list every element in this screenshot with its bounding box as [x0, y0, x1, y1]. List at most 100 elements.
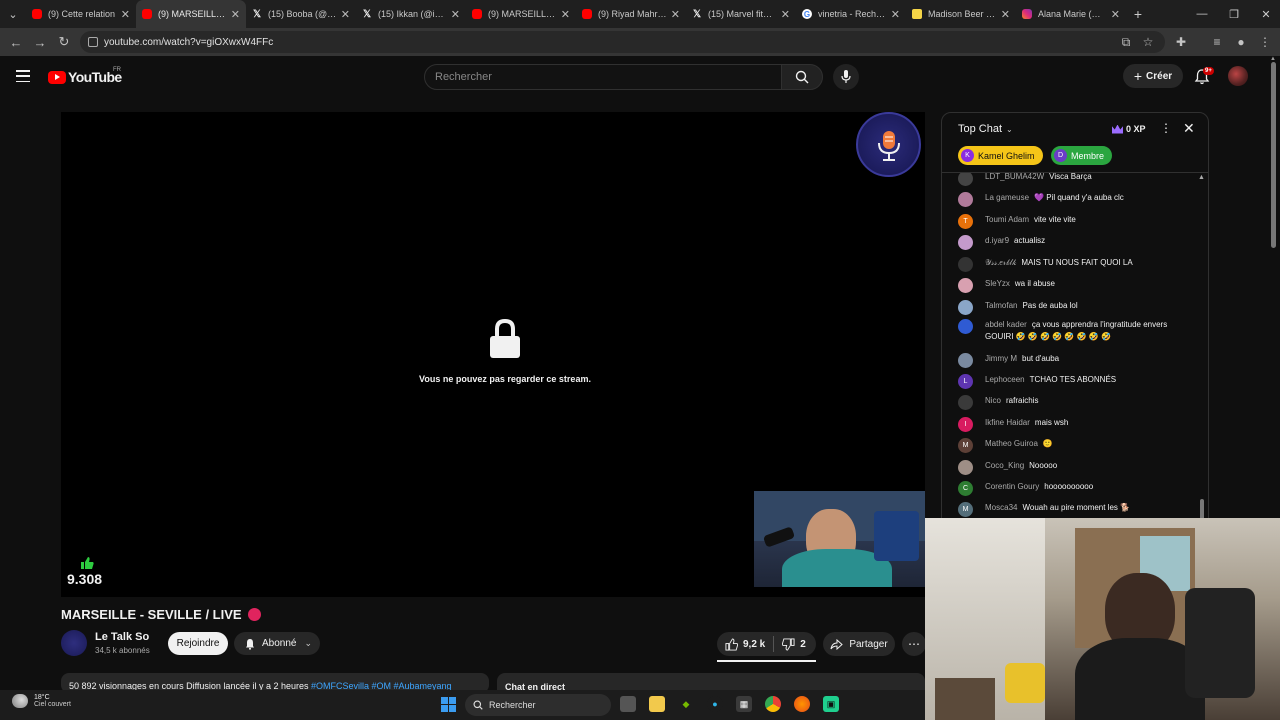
chat-menu-icon[interactable]: ⋮	[1160, 121, 1172, 135]
member-pill[interactable]: D Membre	[1051, 146, 1113, 165]
chat-mode-dropdown[interactable]: Top Chat ⌄	[958, 123, 1013, 135]
tab-close-icon[interactable]: ✕	[891, 8, 900, 21]
tab-close-icon[interactable]: ✕	[1001, 8, 1010, 21]
reload-icon[interactable]: ↻	[52, 30, 76, 54]
chat-author-avatar[interactable]	[958, 395, 973, 410]
forward-icon[interactable]: →	[28, 30, 52, 54]
store-icon[interactable]: ▦	[736, 696, 752, 712]
chat-author-name[interactable]: Jimmy M	[985, 354, 1017, 363]
chat-message[interactable]: abdel kader ça vous apprendra l'ingratitu…	[958, 319, 1190, 343]
chat-message[interactable]: La gameuse 💜 Pil quand y'a auba clc	[958, 192, 1190, 207]
chat-message[interactable]: SleYzx wa il abuse	[958, 278, 1190, 293]
chat-author-avatar[interactable]	[958, 278, 973, 293]
chat-message[interactable]: Nico rafraichis	[958, 395, 1190, 410]
chat-message[interactable]: Talmofan Pas de auba lol	[958, 300, 1190, 315]
chat-close-icon[interactable]: ✕	[1183, 120, 1195, 137]
tab-close-icon[interactable]: ✕	[671, 8, 680, 21]
chat-author-name[interactable]: Corentin Goury	[985, 482, 1039, 491]
nvidia-icon[interactable]: ◆	[678, 696, 694, 712]
chat-author-avatar[interactable]	[958, 173, 973, 186]
chat-author-name[interactable]: 𝒴𝓈𝓈.𝑒𝓇𝒷𝓁𝓀	[985, 258, 1016, 267]
chat-author-name[interactable]: Lephoceen	[985, 375, 1025, 384]
chat-author-name[interactable]: SleYzx	[985, 279, 1010, 288]
chat-message[interactable]: LDT_BUMA42W Visca Barça	[958, 173, 1190, 186]
chat-message-list[interactable]: LDT_BUMA42W Visca Barça La gameuse 💜 Pil qu…	[942, 173, 1208, 521]
browser-tab[interactable]: 𝕏 (15) Booba (@bo ✕	[246, 0, 356, 28]
browser-tab[interactable]: 𝕏 (15) Marvel fitnes ✕	[686, 0, 796, 28]
dislike-button[interactable]: 2	[774, 632, 814, 656]
account-avatar[interactable]	[1228, 66, 1248, 86]
chat-message[interactable]: M Mosca34 Wouah au pire moment les 🐕	[958, 502, 1190, 517]
browser-tab[interactable]: (9) Cette relation ✕	[26, 0, 136, 28]
browser-tab[interactable]: Madison Beer - In ✕	[906, 0, 1016, 28]
chat-message[interactable]: d.iyar9 actualisz	[958, 235, 1190, 250]
browser-tab[interactable]: (9) Riyad Mahrez ✕	[576, 0, 686, 28]
address-bar[interactable]: youtube.com/watch?v=giOXwxW4FFc	[80, 31, 1165, 53]
edge-icon[interactable]: ●	[707, 696, 723, 712]
chat-xp-badge[interactable]: 0 XP	[1112, 121, 1146, 137]
close-window-icon[interactable]: ✕	[1250, 0, 1280, 28]
chat-author-name[interactable]: Coco_King	[985, 461, 1024, 470]
browser-tab[interactable]: (9) MARSEILLE - S ✕	[466, 0, 576, 28]
taskbar-search[interactable]: Rechercher	[465, 694, 611, 716]
share-button[interactable]: Partager	[823, 632, 895, 656]
chat-author-avatar[interactable]	[958, 319, 973, 334]
site-info-icon[interactable]	[88, 37, 98, 47]
chat-message[interactable]: M Matheo Guiroa 🙂	[958, 438, 1190, 453]
chat-author-name[interactable]: LDT_BUMA42W	[985, 173, 1044, 181]
more-actions-icon[interactable]: ⋯	[902, 632, 926, 656]
chrome-icon[interactable]	[765, 696, 781, 712]
chat-message[interactable]: 𝒴𝓈𝓈.𝑒𝓇𝒷𝓁𝓀 MAIS TU NOUS FAIT QUOI LA	[958, 257, 1190, 272]
youtube-logo[interactable]: YouTube FR	[48, 67, 122, 85]
chat-author-avatar[interactable]	[958, 353, 973, 368]
hamburger-menu-icon[interactable]	[16, 70, 30, 82]
chat-author-avatar[interactable]: L	[958, 374, 973, 389]
bookmark-star-icon[interactable]: ☆	[1135, 28, 1161, 56]
maximize-icon[interactable]: ❐	[1218, 0, 1250, 28]
chat-message[interactable]: Jimmy M but d'auba	[958, 353, 1190, 368]
extensions-icon[interactable]: ✚	[1168, 28, 1194, 56]
browser-tab[interactable]: Alana Marie (@al ✕	[1016, 0, 1126, 28]
chat-author-avatar[interactable]: M	[958, 502, 973, 517]
chat-author-avatar[interactable]: I	[958, 417, 973, 432]
search-input[interactable]: Rechercher	[424, 64, 782, 90]
chat-author-name[interactable]: Matheo Guiroa	[985, 439, 1038, 448]
chat-author-name[interactable]: d.iyar9	[985, 236, 1009, 245]
tab-close-icon[interactable]: ✕	[1111, 8, 1120, 21]
tab-close-icon[interactable]: ✕	[231, 8, 240, 21]
voice-search-button[interactable]	[833, 64, 859, 90]
channel-watermark-logo[interactable]	[856, 112, 921, 177]
chat-author-name[interactable]: Toumi Adam	[985, 215, 1029, 224]
tab-close-icon[interactable]: ✕	[451, 8, 460, 21]
tab-close-icon[interactable]: ✕	[781, 8, 790, 21]
chat-author-avatar[interactable]: C	[958, 481, 973, 496]
chat-author-name[interactable]: Mosca34	[985, 503, 1017, 512]
chat-author-avatar[interactable]	[958, 192, 973, 207]
chat-scroll-up-icon[interactable]: ▲	[1198, 174, 1205, 181]
chat-author-avatar[interactable]	[958, 460, 973, 475]
page-scrollbar[interactable]	[1271, 62, 1276, 248]
channel-name[interactable]: Le Talk So	[95, 631, 149, 643]
chat-message[interactable]: T Toumi Adam vite vite vite	[958, 214, 1190, 229]
browser-menu-icon[interactable]: ⋮	[1252, 28, 1278, 56]
profile-icon[interactable]: ●	[1228, 28, 1254, 56]
chat-author-name[interactable]: La gameuse	[985, 193, 1029, 202]
chat-author-avatar[interactable]: M	[958, 438, 973, 453]
browser-tab[interactable]: (9) MARSEILLE - S ✕	[136, 0, 246, 28]
chat-message[interactable]: L Lephoceen TCHAO TES ABONNÉS	[958, 374, 1190, 389]
back-icon[interactable]: ←	[4, 30, 28, 54]
browser-tab[interactable]: Gvinetria - Recherc ✕	[796, 0, 906, 28]
chat-author-avatar[interactable]	[958, 257, 973, 272]
new-tab-icon[interactable]: +	[1126, 6, 1150, 22]
channel-avatar[interactable]	[61, 630, 87, 656]
join-button[interactable]: Rejoindre	[168, 632, 228, 655]
file-explorer-icon[interactable]	[649, 696, 665, 712]
reading-list-icon[interactable]: ≡	[1204, 28, 1230, 56]
chat-message[interactable]: Coco_King Nooooo	[958, 460, 1190, 475]
pinned-user-pill[interactable]: K Kamel Ghelim	[958, 146, 1043, 165]
tab-close-icon[interactable]: ✕	[341, 8, 350, 21]
chat-author-name[interactable]: abdel kader	[985, 320, 1027, 329]
weather-widget[interactable]: 18°C Ciel couvert	[12, 694, 71, 708]
chat-author-name[interactable]: Talmofan	[985, 301, 1017, 310]
like-button[interactable]: 9,2 k	[717, 632, 773, 656]
